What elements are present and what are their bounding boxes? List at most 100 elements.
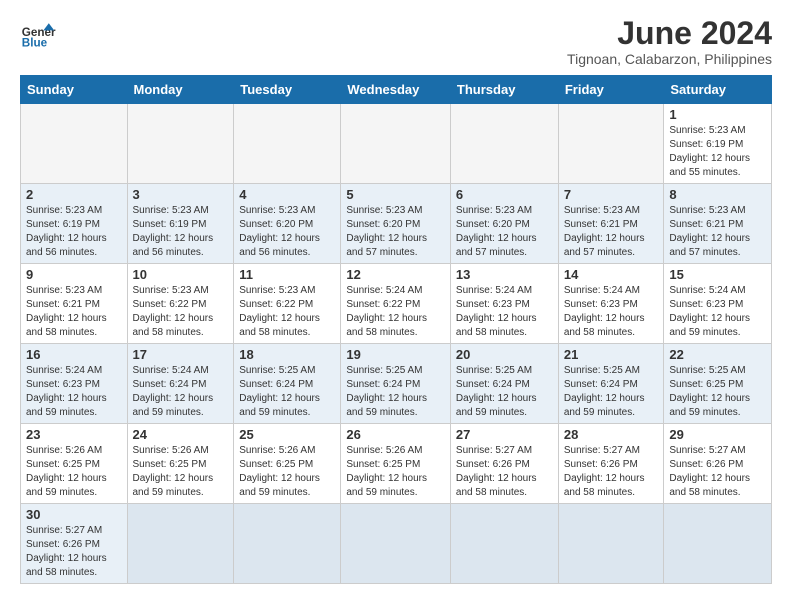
day-info: Sunrise: 5:23 AM Sunset: 6:22 PM Dayligh… [133, 284, 229, 340]
day-info: Sunrise: 5:26 AM Sunset: 6:25 PM Dayligh… [239, 444, 335, 500]
day-info: Sunrise: 5:27 AM Sunset: 6:26 PM Dayligh… [26, 524, 122, 580]
table-row: 19Sunrise: 5:25 AM Sunset: 6:24 PM Dayli… [341, 344, 451, 424]
day-info: Sunrise: 5:23 AM Sunset: 6:21 PM Dayligh… [26, 284, 122, 340]
calendar-week-row: 30 Sunrise: 5:27 AM Sunset: 6:26 PM Dayli… [21, 504, 772, 584]
day-number: 27 [456, 427, 553, 442]
table-row: 13Sunrise: 5:24 AM Sunset: 6:23 PM Dayli… [450, 264, 558, 344]
day-info: Sunrise: 5:23 AM Sunset: 6:19 PM Dayligh… [669, 124, 766, 180]
table-row: 27 Sunrise: 5:27 AM Sunset: 6:26 PM Dayli… [450, 424, 558, 504]
day-number: 30 [26, 507, 122, 522]
table-row [341, 504, 451, 584]
table-row: 28Sunrise: 5:27 AM Sunset: 6:26 PM Dayli… [558, 424, 664, 504]
day-number: 10 [133, 267, 229, 282]
day-info: Sunrise: 5:23 AM Sunset: 6:20 PM Dayligh… [456, 204, 553, 260]
day-info: Sunrise: 5:25 AM Sunset: 6:25 PM Dayligh… [669, 364, 766, 420]
table-row [341, 104, 451, 184]
table-row: 15 Sunrise: 5:24 AM Sunset: 6:23 PM Dayli… [664, 264, 772, 344]
table-row: 4Sunrise: 5:23 AM Sunset: 6:20 PM Daylig… [234, 184, 341, 264]
day-info: Sunrise: 5:23 AM Sunset: 6:20 PM Dayligh… [346, 204, 445, 260]
day-number: 26 [346, 427, 445, 442]
day-info: Sunrise: 5:24 AM Sunset: 6:23 PM Dayligh… [456, 284, 553, 340]
day-number: 6 [456, 187, 553, 202]
day-number: 20 [456, 347, 553, 362]
table-row: 22 Sunrise: 5:25 AM Sunset: 6:25 PM Dayli… [664, 344, 772, 424]
day-info: Sunrise: 5:25 AM Sunset: 6:24 PM Dayligh… [564, 364, 659, 420]
day-info: Sunrise: 5:23 AM Sunset: 6:19 PM Dayligh… [26, 204, 122, 260]
calendar-week-row: 1Sunrise: 5:23 AM Sunset: 6:19 PM Daylig… [21, 104, 772, 184]
day-info: Sunrise: 5:25 AM Sunset: 6:24 PM Dayligh… [456, 364, 553, 420]
table-row: 11 Sunrise: 5:23 AM Sunset: 6:22 PM Dayli… [234, 264, 341, 344]
day-info: Sunrise: 5:27 AM Sunset: 6:26 PM Dayligh… [564, 444, 659, 500]
day-number: 2 [26, 187, 122, 202]
calendar-header-row: Sunday Monday Tuesday Wednesday Thursday… [21, 76, 772, 104]
month-title: June 2024 [567, 16, 772, 51]
table-row: 5 Sunrise: 5:23 AM Sunset: 6:20 PM Daylig… [341, 184, 451, 264]
header-friday: Friday [558, 76, 664, 104]
title-block: June 2024 Tignoan, Calabarzon, Philippin… [567, 16, 772, 67]
table-row [21, 104, 128, 184]
page-header: General Blue June 2024 Tignoan, Calabarz… [20, 16, 772, 67]
day-info: Sunrise: 5:23 AM Sunset: 6:21 PM Dayligh… [669, 204, 766, 260]
day-number: 25 [239, 427, 335, 442]
calendar-week-row: 2 Sunrise: 5:23 AM Sunset: 6:19 PM Daylig… [21, 184, 772, 264]
table-row [664, 504, 772, 584]
day-number: 7 [564, 187, 659, 202]
location-subtitle: Tignoan, Calabarzon, Philippines [567, 51, 772, 67]
table-row [234, 104, 341, 184]
table-row: 29 Sunrise: 5:27 AM Sunset: 6:26 PM Dayli… [664, 424, 772, 504]
table-row: 6 Sunrise: 5:23 AM Sunset: 6:20 PM Daylig… [450, 184, 558, 264]
day-number: 29 [669, 427, 766, 442]
table-row: 21 Sunrise: 5:25 AM Sunset: 6:24 PM Dayli… [558, 344, 664, 424]
logo-icon: General Blue [20, 16, 56, 52]
table-row: 23Sunrise: 5:26 AM Sunset: 6:25 PM Dayli… [21, 424, 128, 504]
table-row: 14 Sunrise: 5:24 AM Sunset: 6:23 PM Dayli… [558, 264, 664, 344]
header-thursday: Thursday [450, 76, 558, 104]
table-row: 25 Sunrise: 5:26 AM Sunset: 6:25 PM Dayli… [234, 424, 341, 504]
table-row: 30 Sunrise: 5:27 AM Sunset: 6:26 PM Dayli… [21, 504, 128, 584]
table-row: 16Sunrise: 5:24 AM Sunset: 6:23 PM Dayli… [21, 344, 128, 424]
day-info: Sunrise: 5:23 AM Sunset: 6:20 PM Dayligh… [239, 204, 335, 260]
day-info: Sunrise: 5:23 AM Sunset: 6:19 PM Dayligh… [133, 204, 229, 260]
day-number: 15 [669, 267, 766, 282]
table-row: 18Sunrise: 5:25 AM Sunset: 6:24 PM Dayli… [234, 344, 341, 424]
day-info: Sunrise: 5:24 AM Sunset: 6:23 PM Dayligh… [564, 284, 659, 340]
day-number: 3 [133, 187, 229, 202]
day-number: 12 [346, 267, 445, 282]
table-row [450, 104, 558, 184]
header-saturday: Saturday [664, 76, 772, 104]
day-info: Sunrise: 5:24 AM Sunset: 6:23 PM Dayligh… [26, 364, 122, 420]
day-info: Sunrise: 5:27 AM Sunset: 6:26 PM Dayligh… [669, 444, 766, 500]
calendar-week-row: 16Sunrise: 5:24 AM Sunset: 6:23 PM Dayli… [21, 344, 772, 424]
table-row [234, 504, 341, 584]
table-row: 3 Sunrise: 5:23 AM Sunset: 6:19 PM Daylig… [127, 184, 234, 264]
logo: General Blue [20, 16, 56, 52]
table-row: 20 Sunrise: 5:25 AM Sunset: 6:24 PM Dayli… [450, 344, 558, 424]
table-row: 24 Sunrise: 5:26 AM Sunset: 6:25 PM Dayli… [127, 424, 234, 504]
table-row [558, 504, 664, 584]
table-row: 2 Sunrise: 5:23 AM Sunset: 6:19 PM Daylig… [21, 184, 128, 264]
day-number: 11 [239, 267, 335, 282]
table-row [127, 104, 234, 184]
day-info: Sunrise: 5:27 AM Sunset: 6:26 PM Dayligh… [456, 444, 553, 500]
day-info: Sunrise: 5:26 AM Sunset: 6:25 PM Dayligh… [346, 444, 445, 500]
day-info: Sunrise: 5:26 AM Sunset: 6:25 PM Dayligh… [133, 444, 229, 500]
day-number: 14 [564, 267, 659, 282]
header-sunday: Sunday [21, 76, 128, 104]
day-number: 24 [133, 427, 229, 442]
header-wednesday: Wednesday [341, 76, 451, 104]
day-info: Sunrise: 5:23 AM Sunset: 6:22 PM Dayligh… [239, 284, 335, 340]
header-tuesday: Tuesday [234, 76, 341, 104]
table-row: 1Sunrise: 5:23 AM Sunset: 6:19 PM Daylig… [664, 104, 772, 184]
day-info: Sunrise: 5:25 AM Sunset: 6:24 PM Dayligh… [346, 364, 445, 420]
table-row: 26 Sunrise: 5:26 AM Sunset: 6:25 PM Dayli… [341, 424, 451, 504]
table-row [558, 104, 664, 184]
calendar-week-row: 23Sunrise: 5:26 AM Sunset: 6:25 PM Dayli… [21, 424, 772, 504]
header-monday: Monday [127, 76, 234, 104]
table-row [450, 504, 558, 584]
day-number: 22 [669, 347, 766, 362]
day-number: 5 [346, 187, 445, 202]
calendar-table: Sunday Monday Tuesday Wednesday Thursday… [20, 75, 772, 584]
day-number: 21 [564, 347, 659, 362]
table-row: 17Sunrise: 5:24 AM Sunset: 6:24 PM Dayli… [127, 344, 234, 424]
day-info: Sunrise: 5:24 AM Sunset: 6:23 PM Dayligh… [669, 284, 766, 340]
